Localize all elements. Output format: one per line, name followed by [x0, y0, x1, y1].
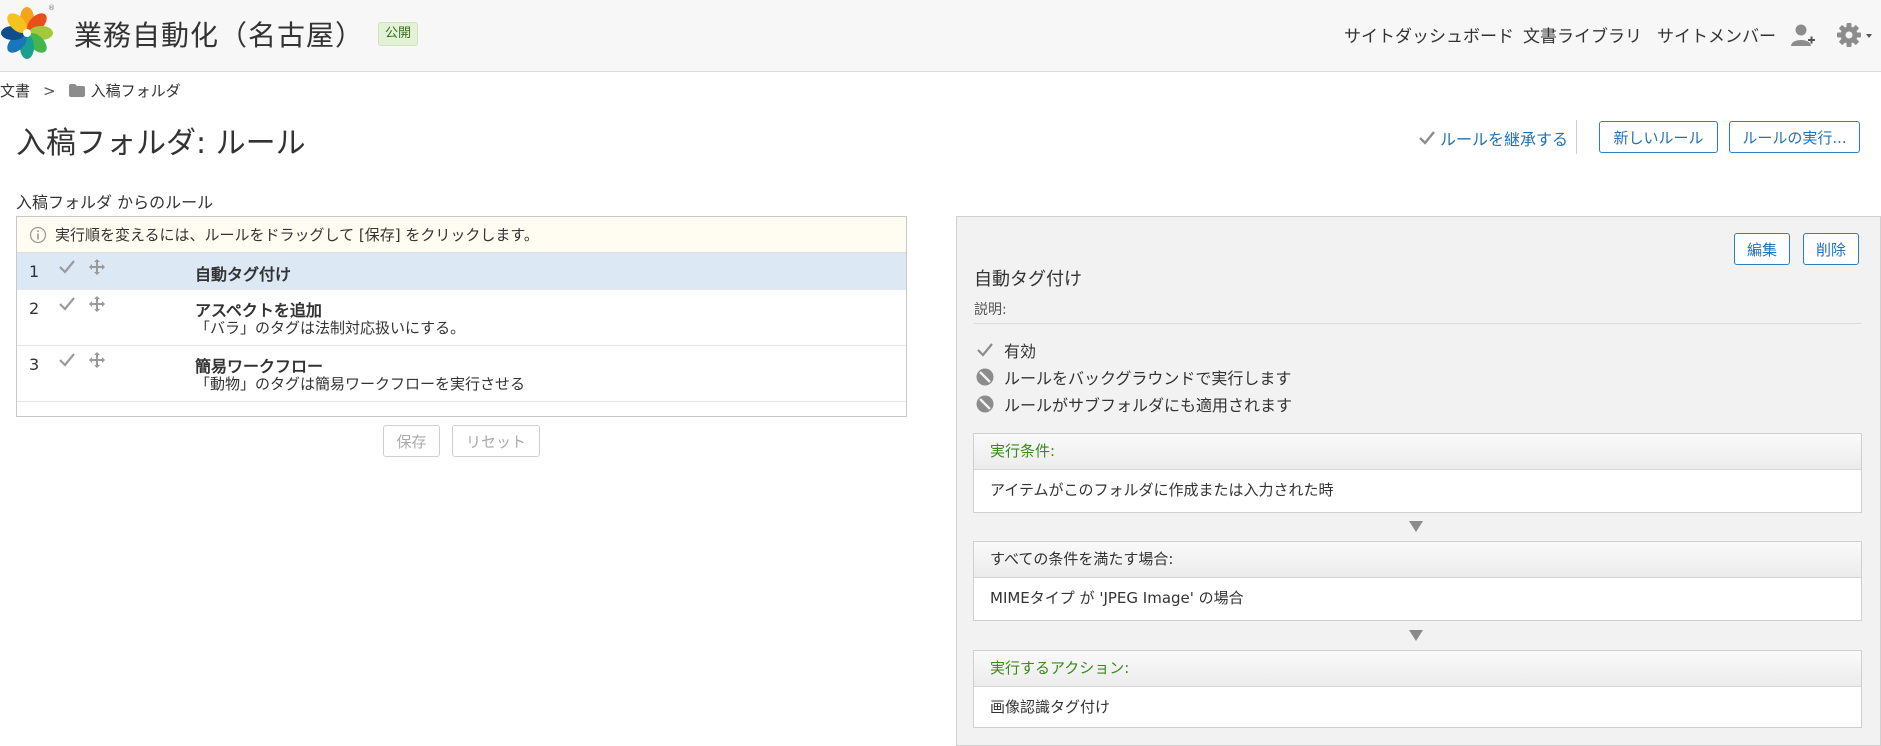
- property-subfolders: ルールがサブフォルダにも適用されます: [976, 392, 1292, 416]
- rule-index: 2: [29, 299, 40, 318]
- rule-index: 3: [29, 355, 40, 374]
- flow-arrow-down-icon: [1409, 521, 1423, 532]
- info-message-text: 実行順を変えるには、ルールをドラッグして [保存] をクリックします。: [55, 226, 539, 244]
- alfresco-logo[interactable]: ®: [0, 2, 56, 60]
- action-body: 画像認識タグ付け: [990, 698, 1111, 716]
- flow-arrow-down-icon: [1409, 630, 1423, 641]
- enabled-check-icon: [58, 352, 76, 372]
- rule-description: 「バラ」のタグは法制対応扱いにする。: [195, 319, 466, 337]
- delete-button[interactable]: 削除: [1803, 233, 1859, 265]
- rule-row[interactable]: 2 アスペクトを追加 「バラ」のタグは法制対応扱いにする。: [17, 290, 906, 346]
- reset-button[interactable]: リセット: [452, 425, 540, 457]
- enabled-check-icon: [58, 259, 76, 279]
- if-body: MIMEタイプ が 'JPEG Image' の場合: [990, 589, 1244, 607]
- rule-detail-panel: 編集 削除 自動タグ付け 説明: 有効 ルールをバックグラウンドで実行します ル…: [956, 216, 1881, 746]
- rules-list: 実行順を変えるには、ルールをドラッグして [保存] をクリックします。 1 自動…: [16, 216, 907, 417]
- toolbar-divider: [1576, 120, 1577, 154]
- edit-button[interactable]: 編集: [1734, 233, 1790, 265]
- add-user-icon[interactable]: [1790, 22, 1816, 52]
- svg-text:®: ®: [48, 4, 55, 12]
- property-enabled: 有効: [976, 338, 1036, 362]
- rule-title: 自動タグ付け: [195, 265, 292, 284]
- property-background: ルールをバックグラウンドで実行します: [976, 365, 1291, 389]
- nav-document-library[interactable]: 文書ライブラリ: [1523, 22, 1642, 47]
- divider: [974, 323, 1862, 324]
- property-label: 有効: [1004, 342, 1037, 361]
- rule-row[interactable]: 1 自動タグ付け: [17, 253, 906, 290]
- detail-rule-title: 自動タグ付け: [974, 269, 1082, 290]
- nav-site-members[interactable]: サイトメンバー: [1657, 22, 1776, 47]
- disabled-icon: [976, 395, 994, 413]
- save-button[interactable]: 保存: [383, 425, 440, 457]
- drag-handle-icon[interactable]: [88, 258, 106, 280]
- gear-icon[interactable]: [1836, 22, 1876, 52]
- inherit-rules-label: ルールを継承する: [1440, 130, 1569, 149]
- enabled-check-icon: [58, 296, 76, 316]
- new-rule-button[interactable]: 新しいルール: [1599, 121, 1718, 153]
- site-title: 業務自動化（名古屋）: [74, 19, 365, 52]
- action-box: 実行するアクション: 画像認識タグ付け: [973, 650, 1862, 728]
- rule-index: 1: [29, 262, 40, 281]
- when-body: アイテムがこのフォルダに作成または入力された時: [990, 481, 1334, 499]
- breadcrumb-separator: >: [43, 81, 56, 100]
- app-header: ® 業務自動化（名古屋） 公開 サイトダッシュボード 文書ライブラリ サイトメン…: [0, 0, 1881, 72]
- drag-handle-icon[interactable]: [88, 351, 106, 373]
- folder-icon: [68, 84, 85, 97]
- rules-section-label: 入稿フォルダ からのルール: [16, 193, 214, 212]
- visibility-badge: 公開: [378, 22, 419, 46]
- when-header: 実行条件:: [974, 434, 1861, 470]
- property-label: ルールをバックグラウンドで実行します: [1004, 369, 1292, 388]
- rule-description: 「動物」のタグは簡易ワークフローを実行させる: [195, 375, 526, 393]
- property-label: ルールがサブフォルダにも適用されます: [1004, 396, 1293, 415]
- description-label: 説明:: [974, 302, 1007, 318]
- disabled-icon: [976, 368, 994, 386]
- rule-row[interactable]: 3 簡易ワークフロー 「動物」のタグは簡易ワークフローを実行させる: [17, 346, 906, 402]
- info-message-bar: 実行順を変えるには、ルールをドラッグして [保存] をクリックします。: [17, 217, 906, 253]
- when-condition-box: 実行条件: アイテムがこのフォルダに作成または入力された時: [973, 433, 1862, 513]
- drag-handle-icon[interactable]: [88, 295, 106, 317]
- breadcrumb-folder[interactable]: 入稿フォルダ: [91, 80, 181, 101]
- breadcrumb: 文書 > 入稿フォルダ: [0, 80, 181, 101]
- inherit-rules-toggle[interactable]: ルールを継承する: [1418, 126, 1568, 150]
- check-icon: [1419, 131, 1435, 145]
- nav-site-dashboard[interactable]: サイトダッシュボード: [1344, 22, 1514, 47]
- page-title: 入稿フォルダ: ルール: [16, 126, 306, 161]
- run-rules-button[interactable]: ルールの実行...: [1729, 121, 1860, 153]
- info-icon: [29, 226, 47, 243]
- if-condition-box: すべての条件を満たす場合: MIMEタイプ が 'JPEG Image' の場合: [973, 541, 1862, 621]
- if-header: すべての条件を満たす場合:: [974, 542, 1861, 578]
- check-icon: [977, 343, 993, 357]
- action-header: 実行するアクション:: [974, 651, 1861, 687]
- breadcrumb-root[interactable]: 文書: [0, 80, 30, 101]
